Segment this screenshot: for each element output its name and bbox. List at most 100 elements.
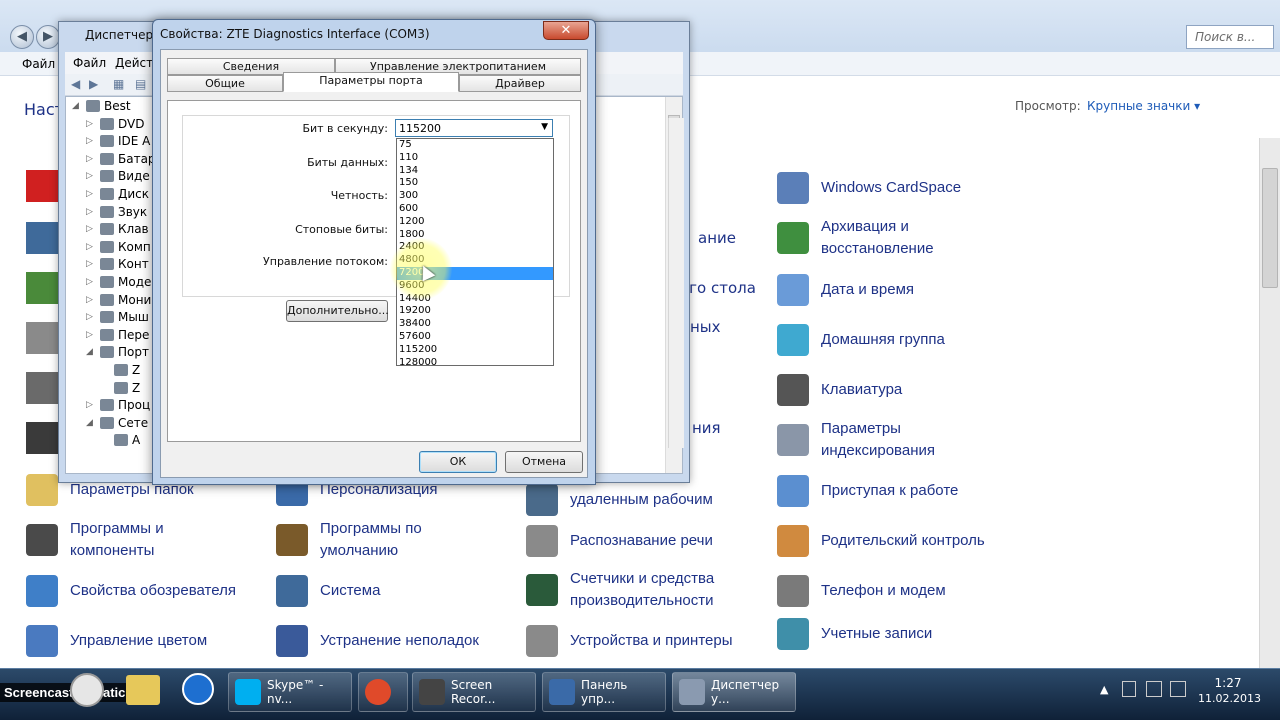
taskbar-chrome[interactable] <box>358 672 408 712</box>
chrome-pinned-icon[interactable] <box>70 673 104 707</box>
properties-icon[interactable]: ▦ <box>113 77 124 91</box>
baud-option[interactable]: 75 <box>397 139 553 152</box>
expand-icon[interactable]: ▷ <box>86 189 96 199</box>
cp-item-getting-started[interactable]: Приступая к работе <box>777 475 958 507</box>
avira-icon[interactable] <box>26 170 58 202</box>
control-panel-search-input[interactable]: Поиск в... <box>1186 25 1274 49</box>
device-tree-node[interactable]: ▷ Виде <box>86 169 150 183</box>
clock-date[interactable]: 11.02.2013 <box>1198 692 1261 705</box>
taskbar-skype[interactable]: Skype™ - nv... <box>228 672 352 712</box>
device-tree-node[interactable]: A <box>100 433 140 447</box>
expand-icon[interactable]: ▷ <box>86 224 96 234</box>
cp-item-parental-control[interactable]: Родительский контроль <box>777 525 985 557</box>
baud-option[interactable]: 19200 <box>397 305 553 318</box>
cp-item-programs[interactable]: Программы и компоненты <box>26 518 246 562</box>
device-tree-node[interactable]: ▷ Комп <box>86 240 151 254</box>
collapse-icon[interactable]: ◢ <box>86 347 96 357</box>
close-icon[interactable]: ✕ <box>543 21 589 40</box>
cp-item-cardspace[interactable]: Windows CardSpace <box>777 172 961 204</box>
tray-network-icon[interactable] <box>1146 681 1162 697</box>
device-tree-node[interactable]: ▷ Пере <box>86 328 149 342</box>
cp-item-partial[interactable]: ание <box>698 229 736 247</box>
cp-item-backup[interactable]: Архивация и восстановление <box>777 216 997 260</box>
baud-option[interactable]: 38400 <box>397 318 553 331</box>
clock-time[interactable]: 1:27 <box>1198 676 1258 690</box>
baud-option[interactable]: 1200 <box>397 216 553 229</box>
taskbar-screen-recorder[interactable]: Screen Recor... <box>412 672 536 712</box>
cp-item-performance[interactable]: Счетчики и средства производительности <box>526 568 756 612</box>
expand-icon[interactable]: ▷ <box>86 207 96 217</box>
expand-icon[interactable]: ▷ <box>86 154 96 164</box>
device-tree-node[interactable]: ▷ Мыш <box>86 310 149 324</box>
cancel-button[interactable]: Отмена <box>505 451 583 473</box>
expand-icon[interactable]: ▷ <box>86 259 96 269</box>
back-arrow-icon[interactable]: ◀ <box>10 25 34 49</box>
cp-item-internet-options[interactable]: Свойства обозревателя <box>26 575 236 607</box>
expand-icon[interactable]: ▷ <box>86 400 96 410</box>
taskbar-device-manager[interactable]: Диспетчер у... <box>672 672 796 712</box>
baud-option[interactable]: 57600 <box>397 331 553 344</box>
tab-general[interactable]: Общие <box>167 75 283 92</box>
display-icon[interactable] <box>26 222 58 254</box>
ok-button[interactable]: ОК <box>419 451 497 473</box>
tray-arrow-icon[interactable]: ▲ <box>1100 683 1108 696</box>
menu-file[interactable]: Файл <box>73 56 106 70</box>
device-tree-node[interactable]: ▷ Моде <box>86 275 151 289</box>
device-tree-node[interactable]: Z <box>100 363 140 377</box>
cp-item-indexing[interactable]: Параметры индексирования <box>777 418 997 462</box>
folder-pinned-icon[interactable] <box>126 675 160 705</box>
baud-option[interactable]: 150 <box>397 177 553 190</box>
firewall-icon[interactable] <box>26 272 58 304</box>
device-tree-node[interactable]: ▷ DVD <box>86 117 144 131</box>
expand-icon[interactable]: ▷ <box>86 330 96 340</box>
baud-option[interactable]: 600 <box>397 203 553 216</box>
tab-driver[interactable]: Драйвер <box>459 75 581 92</box>
cp-item-color-management[interactable]: Управление цветом <box>26 625 207 657</box>
baud-option[interactable]: 115200 <box>397 344 553 357</box>
control-panel-scrollbar[interactable] <box>1259 138 1280 668</box>
collapse-icon[interactable]: ◢ <box>86 418 96 428</box>
back-arrow-icon[interactable]: ◀ <box>71 77 80 91</box>
baud-option[interactable]: 128000 <box>397 357 553 370</box>
cp-item-partial[interactable]: ого стола <box>680 279 756 297</box>
expand-icon[interactable]: ▷ <box>86 277 96 287</box>
baud-option[interactable]: 300 <box>397 190 553 203</box>
expand-icon[interactable]: ▷ <box>86 136 96 146</box>
device-tree-node[interactable]: ▷ Проц <box>86 398 150 412</box>
forward-arrow-icon[interactable]: ▶ <box>36 25 60 49</box>
media-player-icon[interactable] <box>182 673 214 705</box>
gadgets-icon[interactable] <box>26 322 58 354</box>
tab-port-settings[interactable]: Параметры порта <box>283 72 459 92</box>
cp-item-remote-desktop[interactable]: удаленным рабочим <box>526 484 713 516</box>
view-mode-selector[interactable]: Крупные значки ▾ <box>1087 99 1200 113</box>
mouse-icon[interactable] <box>26 422 58 454</box>
administration-icon[interactable] <box>26 372 58 404</box>
tray-flag-icon[interactable] <box>1122 681 1136 697</box>
expand-icon[interactable]: ▷ <box>86 119 96 129</box>
cp-item-phone-modem[interactable]: Телефон и модем <box>777 575 946 607</box>
advanced-button[interactable]: Дополнительно... <box>286 300 389 322</box>
menu-file[interactable]: Файл <box>22 57 55 71</box>
cp-item-devices-printers[interactable]: Устройства и принтеры <box>526 625 732 657</box>
device-tree-node[interactable]: ▷ Клав <box>86 222 149 236</box>
device-tree-node[interactable]: ▷ IDE A <box>86 134 150 148</box>
baud-rate-select[interactable]: 115200 ▼ <box>395 119 553 137</box>
device-tree-node[interactable]: ▷ Конт <box>86 257 149 271</box>
device-tree-node[interactable]: ▷ Звук <box>86 205 147 219</box>
device-tree-node[interactable]: ▷ Батар <box>86 152 156 166</box>
cp-item-troubleshooting[interactable]: Устранение неполадок <box>276 625 479 657</box>
device-tree-node[interactable]: ◢ Сете <box>86 416 148 430</box>
cp-item-keyboard[interactable]: Клавиатура <box>777 374 902 406</box>
cp-item-datetime[interactable]: Дата и время <box>777 274 914 306</box>
cp-item-system[interactable]: Система <box>276 575 380 607</box>
cp-item-user-accounts[interactable]: Учетные записи <box>777 618 932 650</box>
cp-item-speech[interactable]: Распознавание речи <box>526 525 713 557</box>
cp-item-partial[interactable]: ных <box>690 318 721 336</box>
expand-icon[interactable]: ▷ <box>86 295 96 305</box>
device-tree-node[interactable]: ◢ Порт <box>86 345 149 359</box>
view-icon[interactable]: ▤ <box>135 77 146 91</box>
device-tree-node[interactable]: Z <box>100 381 140 395</box>
cp-item-homegroup[interactable]: Домашняя группа <box>777 324 945 356</box>
device-tree-node[interactable]: ◢ Best <box>72 99 131 113</box>
cp-item-default-programs[interactable]: Программы по умолчанию <box>276 518 476 562</box>
